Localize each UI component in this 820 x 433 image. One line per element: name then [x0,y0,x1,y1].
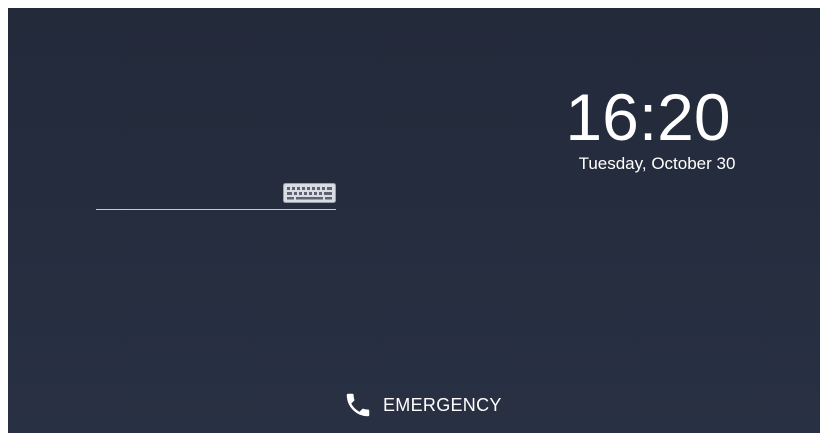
emergency-call-button[interactable]: EMERGENCY [343,390,502,420]
password-field-container [96,180,336,212]
emergency-label: EMERGENCY [383,394,502,415]
clock-date: Tuesday, October 30 [578,154,736,173]
password-input[interactable] [96,180,276,210]
clock-time: 16:20 [565,80,731,154]
password-underline [96,209,336,210]
phone-icon [343,390,373,420]
lock-screen: 16:20 Tuesday, October 30 EMERGENCY [8,8,820,433]
keyboard-icon[interactable] [283,183,336,203]
